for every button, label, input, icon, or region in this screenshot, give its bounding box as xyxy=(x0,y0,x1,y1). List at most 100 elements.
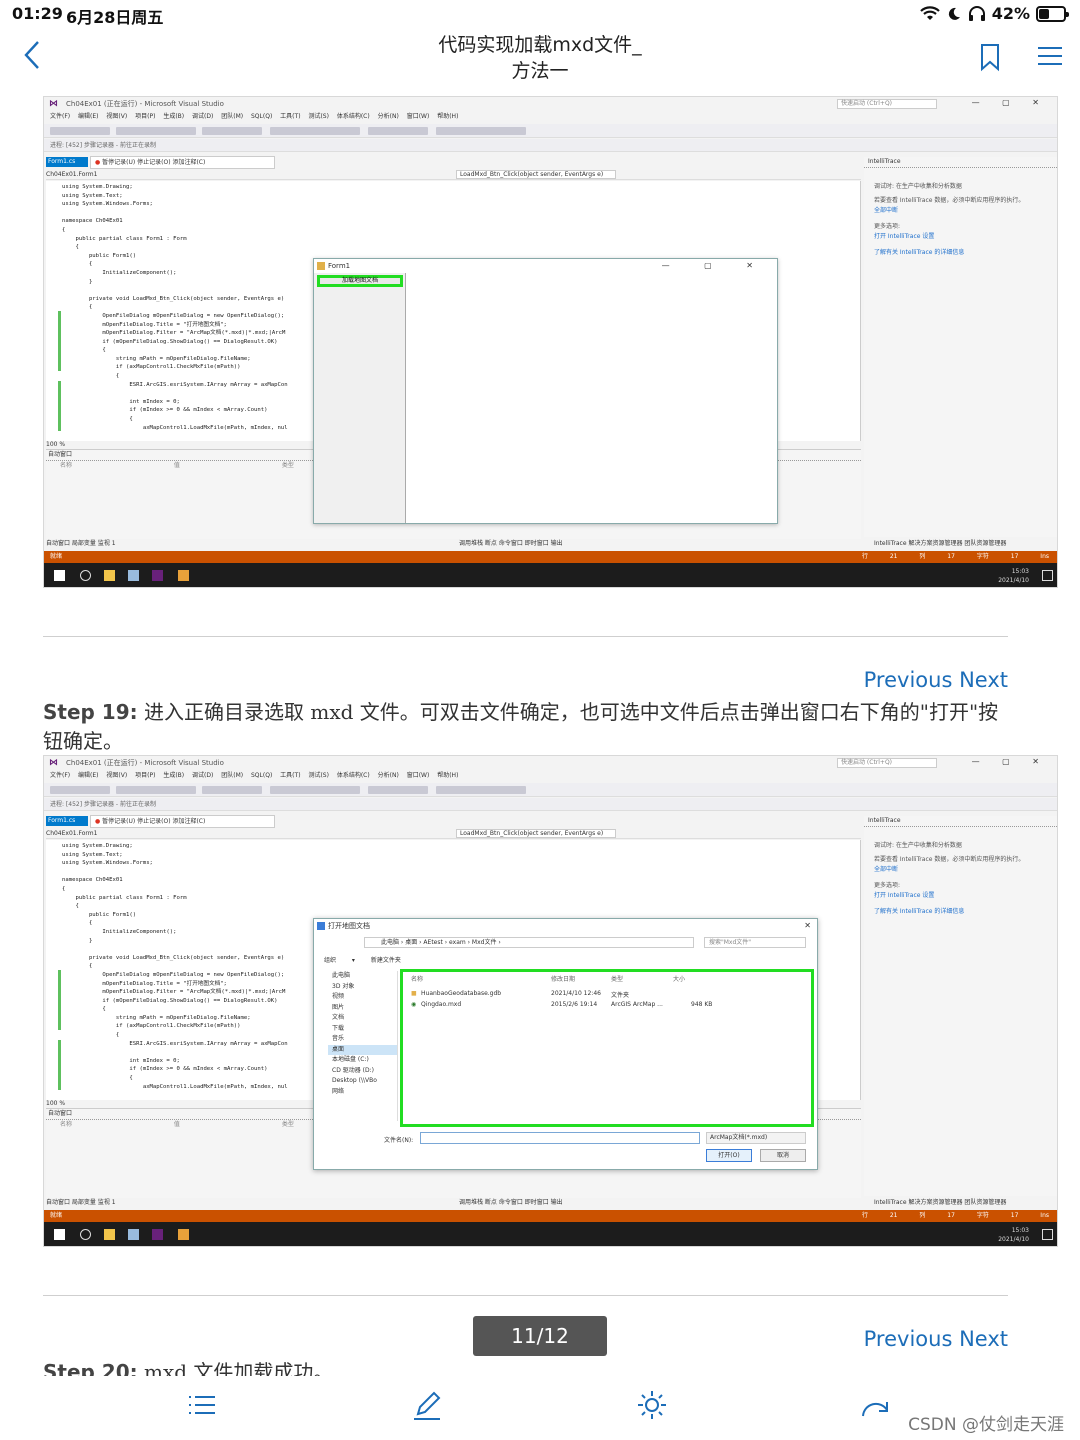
vs-bottom-tabs-left: 自动窗口 局部变量 监视 1 xyxy=(46,540,116,547)
vs-intellitrace-panel: IntelliTrace 调试时: 在生产中收集和分析数据 若要查看 Intel… xyxy=(864,157,1057,537)
windows-start-icon xyxy=(54,1229,65,1240)
tree-item: 下载 xyxy=(332,1024,345,1032)
load-map-document-button: 加载地图文档 xyxy=(317,275,403,287)
page-title: 代码实现加载mxd文件_ 方法一 xyxy=(340,32,740,84)
intellitrace-break-all: 全部中断 xyxy=(874,866,899,873)
open-dialog-tree: 此电脑 3D 对象 视频 图片 文档 下载 音乐 桌面 本地磁盘 (C:) CD… xyxy=(318,971,398,1121)
step-19-text: 进入正确目录选取 mxd 文件。可双击文件确定，也可选中文件后点击弹出窗口右下角… xyxy=(43,700,999,753)
vs-code-nav: Ch04Ex01.Form1 LoadMxd_Btn_Click(object … xyxy=(46,829,861,839)
tree-item: 网络 xyxy=(332,1087,345,1095)
form1-titlebar: Form1 — ▢ ✕ xyxy=(314,259,777,273)
step-recorder-items: 暂停记录(U) 停止记录(O) 添加注释(C) xyxy=(102,818,206,825)
bookmark-icon[interactable] xyxy=(976,42,1004,72)
file-type: 文件夹 xyxy=(611,992,630,999)
open-dialog-file-list: 名称 修改日期 类型 大小 ■ HuanbaoGeodatabase.gdb 2… xyxy=(400,969,814,1127)
battery-percent: 42% xyxy=(991,4,1030,23)
form1-title: Form1 xyxy=(328,262,351,270)
open-dialog-app-icon xyxy=(317,922,325,930)
mxd-file-icon: ◉ xyxy=(411,1001,417,1008)
page-title-line2: 方法一 xyxy=(511,60,569,82)
app-icon xyxy=(128,1229,139,1240)
prev-next-links-2: Previous Next xyxy=(864,1327,1008,1351)
vs-toolbar xyxy=(44,124,1057,138)
intellitrace-title: IntelliTrace xyxy=(864,157,1057,168)
vs-intellitrace-panel: IntelliTrace 调试时: 在生产中收集和分析数据 若要查看 Intel… xyxy=(864,816,1057,1196)
vs-zoom-level: 100 % xyxy=(46,1100,66,1107)
search-icon xyxy=(80,1229,91,1240)
status-date: 6月28日周五 xyxy=(66,8,164,27)
vs-status-bar: 就绪 行 21 列 17 字符 17 Ins xyxy=(44,551,1057,563)
next-link[interactable]: Next xyxy=(959,1327,1008,1351)
form1-window-buttons: — ▢ ✕ xyxy=(661,261,769,270)
col-type: 类型 xyxy=(611,976,624,983)
windows-taskbar: 15:03 2021/4/10 xyxy=(44,563,1057,587)
vs-bottom-tabs-mid: 调用堆栈 断点 命令窗口 即时窗口 输出 xyxy=(459,1199,563,1206)
page-title-line1: 代码实现加载mxd文件_ xyxy=(438,34,642,56)
file-date: 2021/4/10 12:46 xyxy=(551,990,601,997)
intellitrace-title: IntelliTrace xyxy=(864,816,1057,827)
intellitrace-line1: 调试时: 在生产中收集和分析数据 xyxy=(874,183,962,190)
back-chevron-icon[interactable] xyxy=(18,38,48,72)
visual-studio-taskbar-icon xyxy=(152,1229,163,1240)
filename-input xyxy=(420,1132,700,1144)
annotate-pen-icon[interactable] xyxy=(410,1388,444,1422)
intellitrace-settings-link: 打开 IntelliTrace 设置 xyxy=(874,233,935,240)
vs-bottom-tabs-left: 自动窗口 局部变量 监视 1 xyxy=(46,1199,116,1206)
arcgis-taskbar-icon xyxy=(178,1229,189,1240)
notification-icon xyxy=(1042,570,1053,581)
tray-date: 2021/4/10 xyxy=(998,577,1029,584)
cancel-button: 取消 xyxy=(760,1149,806,1162)
tree-item: 3D 对象 xyxy=(332,982,355,990)
previous-link[interactable]: Previous xyxy=(864,1327,953,1351)
table-of-contents-icon[interactable] xyxy=(185,1388,219,1422)
vs-code-nav: Ch04Ex01.Form1 LoadMxd_Btn_Click(object … xyxy=(46,170,861,180)
next-link[interactable]: Next xyxy=(959,668,1008,692)
open-dialog-search: 搜索"Mxd文件" xyxy=(704,937,806,948)
open-dialog-tools: 组织 ▾ 新建文件夹 xyxy=(324,957,401,964)
vs-menu-bar: 文件(F) 编辑(E) 视图(V) 项目(P) 生成(B) 调试(D) 团队(M… xyxy=(50,113,459,120)
open-dialog-title: 打开地图文档 xyxy=(328,922,370,930)
step-20-label: Step 20: xyxy=(43,1360,138,1376)
vs-screenshot-1: ⋈ Ch04Ex01 (正在运行) - Microsoft Visual Stu… xyxy=(43,96,1058,588)
open-button: 打开(O) xyxy=(706,1149,752,1162)
vs-bottom-tabs: 自动窗口 局部变量 监视 1 调用堆栈 断点 命令窗口 即时窗口 输出 Inte… xyxy=(44,539,1057,549)
hamburger-menu-icon[interactable] xyxy=(1036,44,1064,68)
step-20-paragraph: Step 20: mxd 文件加载成功。 xyxy=(43,1358,1003,1376)
page-indicator: 11/12 xyxy=(473,1316,607,1356)
moon-icon xyxy=(948,7,960,20)
file-name: Qingdao.mxd xyxy=(421,1001,462,1008)
divider xyxy=(43,636,1008,637)
file-explorer-icon xyxy=(104,1229,115,1240)
vs-status-right: 行 21 列 17 字符 17 Ins xyxy=(861,553,1049,560)
step-19-paragraph: Step 19: 进入正确目录选取 mxd 文件。可双击文件确定，也可选中文件后… xyxy=(43,698,1003,756)
vs-process-bar: 进程: [452] 步骤记录器 - 前往正在录制 xyxy=(44,798,1057,811)
tray-time: 15:03 xyxy=(1011,568,1029,575)
tray-date: 2021/4/10 xyxy=(998,1236,1029,1243)
csdn-watermark: CSDN @仗剑走天涯 xyxy=(908,1415,1064,1435)
page-turn-icon[interactable] xyxy=(858,1388,892,1422)
tree-item: 文档 xyxy=(332,1014,345,1021)
previous-link[interactable]: Previous xyxy=(864,668,953,692)
vs-menu-bar: 文件(F) 编辑(E) 视图(V) 项目(P) 生成(B) 调试(D) 团队(M… xyxy=(50,772,459,779)
step-recorder-popup: ● 暂停记录(U) 停止记录(O) 添加注释(C) xyxy=(90,815,275,828)
tree-item: Desktop (\\VBo xyxy=(332,1077,377,1084)
vs-status-left: 就绪 xyxy=(50,1212,63,1219)
intellitrace-line2: 若要查看 IntelliTrace 数据，必须中断应用程序的执行。 xyxy=(874,197,1025,204)
tree-item: 此电脑 xyxy=(332,972,351,979)
vs-code-nav-left: Ch04Ex01.Form1 xyxy=(46,171,98,178)
vs-bottom-tabs-right: IntelliTrace 解决方案资源管理器 团队资源管理器 xyxy=(874,1199,1007,1206)
file-date: 2015/2/6 19:14 xyxy=(551,1001,598,1008)
prev-next-links-1: Previous Next xyxy=(864,668,1008,692)
close-icon: ✕ xyxy=(804,921,811,930)
nav-bar: 代码实现加载mxd文件_ 方法一 xyxy=(0,28,1080,88)
open-dialog-titlebar: 打开地图文档 ✕ xyxy=(314,919,817,933)
file-size: 948 KB xyxy=(691,1001,713,1008)
tree-item: 图片 xyxy=(332,1003,345,1011)
status-right: 42% xyxy=(919,4,1069,23)
open-dialog-address: 此电脑 › 桌面 › AEtest › exam › Mxd文件 › xyxy=(364,937,694,948)
app-icon xyxy=(128,570,139,581)
brightness-icon[interactable] xyxy=(635,1388,669,1422)
tray-time: 15:03 xyxy=(1011,1227,1029,1234)
form1-app-icon xyxy=(317,262,325,270)
open-map-dialog: 打开地图文档 ✕ 此电脑 › 桌面 › AEtest › exam › Mxd文… xyxy=(313,918,818,1170)
